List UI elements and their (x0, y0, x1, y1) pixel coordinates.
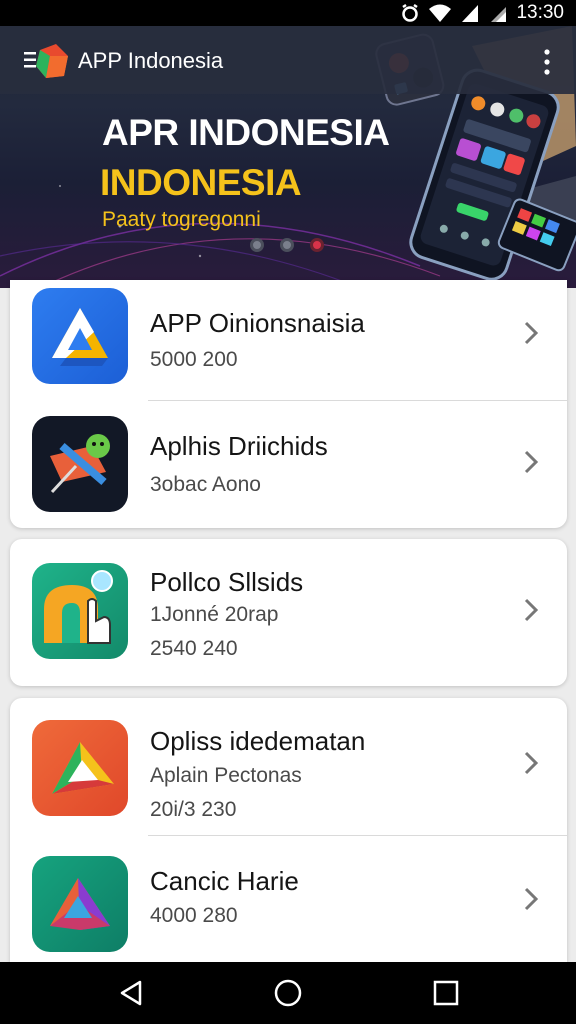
status-icons: 13:30 (400, 2, 564, 24)
carousel-dot[interactable] (250, 238, 264, 252)
chevron-right-icon (524, 598, 539, 622)
app-list-item[interactable]: APP Oinionsnaisia 5000 200 (10, 280, 567, 400)
app-list-item[interactable]: Aplhis Driichids 3obac Aono (10, 401, 567, 528)
app-title: Cancic Harie (150, 866, 299, 896)
app-title: APP Indonesia (78, 48, 224, 73)
app-list-item[interactable]: Cancic Harie 4000 280 (10, 836, 567, 964)
app-icon-triangle (32, 856, 128, 952)
app-meta: 5000 200 (150, 348, 238, 371)
chevron-right-icon (524, 887, 539, 911)
alarm-icon (402, 3, 419, 22)
more-vert-icon[interactable] (542, 48, 552, 76)
app-list-item[interactable]: Pollco Sllsids 1Jonné 20rap 2540 240 (10, 539, 567, 686)
app-subtitle: 1Jonné 20rap (150, 603, 279, 626)
banner-title: APR INDONESIA (102, 112, 390, 153)
battery-icon (491, 7, 507, 22)
signal-icon (462, 5, 479, 22)
carousel-indicator (250, 238, 324, 252)
app-bar: APP Indonesia (0, 26, 576, 94)
recents-icon[interactable] (431, 978, 461, 1008)
status-time: 13:30 (516, 2, 564, 23)
app-meta: 4000 280 (150, 904, 238, 927)
status-bar: 13:30 (0, 0, 576, 26)
app-meta: 20i/3 230 (150, 798, 237, 821)
app-list-card: Pollco Sllsids 1Jonné 20rap 2540 240 (10, 539, 567, 686)
app-title: APP Oinionsnaisia (150, 308, 365, 338)
carousel-dot[interactable] (280, 238, 294, 252)
chevron-right-icon (524, 450, 539, 474)
chevron-right-icon (524, 321, 539, 345)
app-icon-tools (32, 416, 128, 512)
wifi-icon (429, 4, 452, 22)
system-nav-bar (0, 962, 576, 1024)
app-subtitle: Aplain Pectonas (150, 764, 302, 787)
app-icon-drive (32, 288, 128, 384)
app-list-card: Opliss idedematan Aplain Pectonas 20i/3 … (10, 698, 567, 964)
app-icon-play (32, 720, 128, 816)
banner-title-highlight: INDONESIA (100, 162, 302, 203)
back-icon[interactable] (116, 978, 146, 1008)
app-logo-icon (36, 44, 68, 78)
app-list-card: APP Oinionsnaisia 5000 200 Aplhis Driich… (10, 280, 567, 528)
chevron-right-icon (524, 751, 539, 775)
hero-banner[interactable]: APP Indonesia APR INDONESIA INDONESIA Pa… (0, 26, 576, 288)
app-meta: 2540 240 (150, 637, 238, 660)
app-icon-hand (32, 563, 128, 659)
home-icon[interactable] (273, 978, 303, 1008)
app-title: Aplhis Driichids (150, 431, 328, 461)
app-list-item[interactable]: Opliss idedematan Aplain Pectonas 20i/3 … (10, 698, 567, 835)
app-meta: 3obac Aono (150, 473, 261, 496)
carousel-dot-active[interactable] (310, 238, 324, 252)
app-title: Opliss idedematan (150, 726, 366, 756)
app-title: Pollco Sllsids (150, 567, 304, 597)
banner-subtitle: Paaty togregonni (102, 208, 261, 231)
